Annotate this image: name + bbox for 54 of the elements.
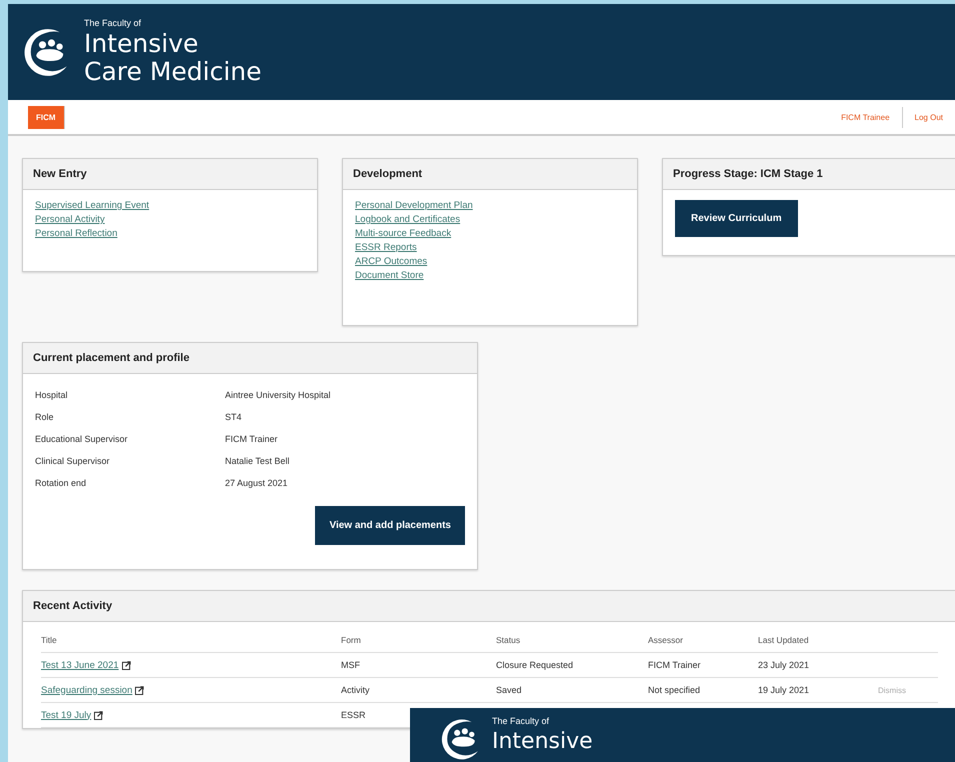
review-curriculum-button[interactable]: Review Curriculum xyxy=(675,200,798,237)
table-cell: MSF xyxy=(341,660,360,670)
table-cell: ESSR xyxy=(341,710,366,720)
table-cell: Activity xyxy=(341,685,370,695)
field-value: ST4 xyxy=(225,412,242,422)
external-link-icon xyxy=(135,686,144,694)
menu-link[interactable]: Logbook and Certificates xyxy=(355,214,625,225)
table-cell: Saved xyxy=(496,685,522,695)
menu-link[interactable]: Multi-source Feedback xyxy=(355,228,625,239)
nav-tab[interactable]: FICM xyxy=(28,106,65,128)
menu-link[interactable]: Personal Activity xyxy=(35,214,305,225)
menu-link[interactable]: Document Store xyxy=(355,270,625,281)
table-cell: Closure Requested xyxy=(496,660,574,670)
card-title: Progress Stage: ICM Stage 1 xyxy=(673,168,823,180)
table-cell: FICM Trainer xyxy=(648,660,701,670)
nav-link[interactable]: FICM Trainee xyxy=(829,112,902,122)
field-value: 27 August 2021 xyxy=(225,478,288,488)
table-cell: 19 July 2021 xyxy=(758,685,810,695)
field-value: Natalie Test Bell xyxy=(225,456,290,466)
logo-title: Intensive xyxy=(84,30,200,58)
activity-link[interactable]: Test 13 June 2021 xyxy=(41,660,119,670)
field-label: Role xyxy=(35,412,55,422)
table-cell: 23 July 2021 xyxy=(758,660,810,670)
activity-link[interactable]: Safeguarding session xyxy=(41,684,132,696)
column-header: Form xyxy=(341,635,362,645)
logo-title: Care Medicine xyxy=(84,58,262,86)
field-value: FICM Trainer xyxy=(225,434,278,444)
card-title: Development xyxy=(353,168,422,180)
nav-link[interactable]: Log Out xyxy=(902,106,955,128)
field-label: Educational Supervisor xyxy=(35,434,129,444)
field-label: Hospital xyxy=(35,390,69,400)
field-label: Rotation end xyxy=(35,478,88,488)
menu-link[interactable]: ESSR Reports xyxy=(355,242,625,253)
menu-link[interactable]: Personal Reflection xyxy=(35,228,305,239)
column-header: Last Updated xyxy=(758,635,810,645)
column-header: Status xyxy=(496,635,522,645)
logo-caption: The Faculty of xyxy=(492,716,550,726)
card-title: Recent Activity xyxy=(33,600,112,612)
menu-link[interactable]: Supervised Learning Event xyxy=(35,200,305,211)
menu-link[interactable]: ARCP Outcomes xyxy=(355,256,625,267)
external-link-icon xyxy=(122,660,131,670)
view-placements-button[interactable]: View and add placements xyxy=(315,506,465,545)
card-title: Current placement and profile xyxy=(33,352,190,364)
logo-title: Intensive xyxy=(492,728,593,756)
column-header: Title xyxy=(41,635,58,645)
activity-link[interactable]: Test 19 July xyxy=(41,710,92,720)
table-cell: Not specified xyxy=(648,685,700,695)
field-label: Clinical Supervisor xyxy=(35,456,111,466)
field-value: Aintree University Hospital xyxy=(225,390,331,400)
column-header: Assessor xyxy=(648,635,684,645)
card-title: New Entry xyxy=(33,168,87,180)
menu-link[interactable]: Personal Development Plan xyxy=(355,200,625,211)
logo-caption: The Faculty of xyxy=(84,18,142,28)
external-link-icon xyxy=(94,710,104,720)
